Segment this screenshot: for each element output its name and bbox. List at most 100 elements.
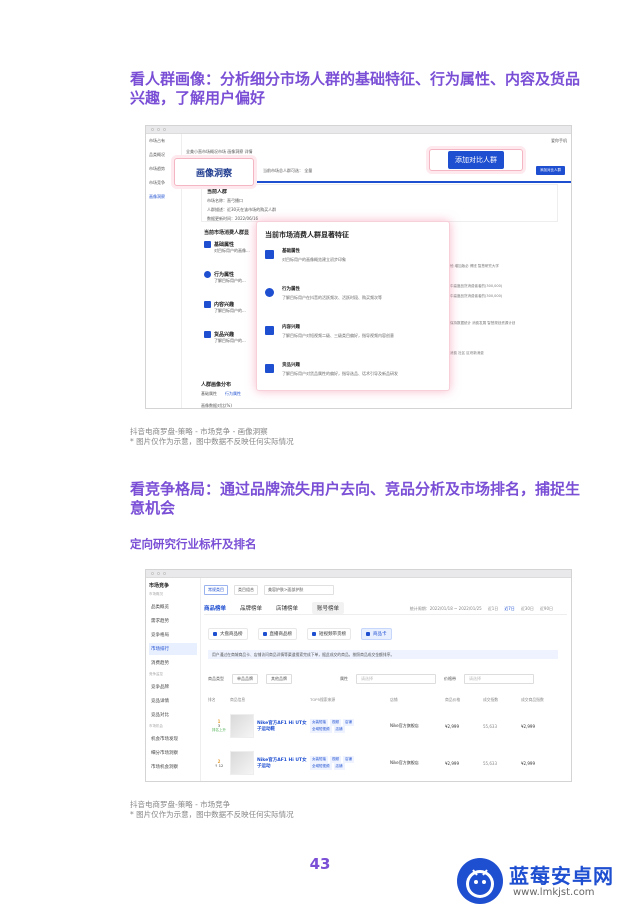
sidebar-item[interactable]: 市场占有 [149,138,178,144]
shop-cell[interactable]: Nike官方旗舰店 [390,760,445,766]
bag-icon [265,364,274,373]
tab-product-card[interactable]: 商品卡 [361,628,392,640]
tab-brand-rank[interactable]: 品牌榜单 [240,604,262,612]
sidebar-item[interactable]: 竞品详情 [149,695,197,707]
other-brand-select[interactable]: 其他品牌 [266,674,292,684]
sidebar-item[interactable]: 竞品对比 [149,709,197,721]
date-option[interactable]: 近90日 [540,606,553,612]
sidebar-item[interactable]: 品类概览 [149,601,197,613]
tab-account-rank[interactable]: 账号榜单 [312,601,345,614]
add-compare-button[interactable]: 添加对比人群 [448,151,504,169]
rank-cell: 1 3 排名上升 [208,719,230,733]
tab-live[interactable]: 直播商品榜 [257,628,297,640]
date-option[interactable]: 近1日 [488,606,499,612]
tab-regular-category[interactable]: 常规类目 [204,585,228,595]
tab-video[interactable]: 短视频带货榜 [307,628,351,640]
list-item[interactable]: 基础属性 对目标用户的画像... [204,241,254,271]
product-cell[interactable]: Nike官方AF1 Hi UT女子运动鞋 [230,714,310,738]
persona-callout[interactable]: 画像洞察 [174,158,254,186]
col-price: 商品价格 [445,697,461,702]
product-title[interactable]: Nike官方AF1 Hi UT女子运动 [257,757,307,769]
ranking-screenshot: 市场竞争 市场概况 品类概览 需求趋势 竞争格局 市场排行 消费趋势 竞争监控 … [145,569,572,782]
filter-label: 属性 [340,676,348,681]
caption-1: 抖音电商罗盘-策略 - 市场竞争 - 画像洞察 * 图片仅作为示意，图中数据不反… [130,427,294,447]
popup-title: 当前市场消费人群显著特征 [265,231,349,239]
list-item[interactable]: 内容兴趣 了解目标用户的... [204,301,254,331]
list-item[interactable]: 货品兴趣 了解目标用户的... [204,331,254,361]
table-row[interactable]: 1 3 排名上升 Nike官方AF1 Hi UT女子运动鞋 女装短袖 视频 店铺 全域… [208,711,558,741]
sidebar-item[interactable]: 竞争品牌 [149,681,197,693]
item-desc: 了解目标用户的... [214,278,246,283]
left-section-title: 当前市场消费人群显 [204,230,250,236]
popup-item[interactable]: 内容兴趣 了解目标用户对短视频二级、三级类目偏好，指导视频内容创意 [265,324,441,362]
sidebar-item[interactable]: 需求趋势 [149,615,197,627]
caption-2: 抖音电商罗盘-策略 - 市场竞争 * 图片仅作为示意，图中数据不反映任何实际情况 [130,800,294,820]
sidebar-item[interactable]: 市场机会洞察 [149,761,197,773]
activity-icon [265,288,274,297]
tab-behavior[interactable]: 行为属性 [225,391,241,397]
tag: 店铺 [343,719,354,726]
sidebar-item[interactable]: 品类概况 [149,152,178,158]
add-compare-small-button[interactable]: 添加对比人群 [536,166,565,175]
popup-item[interactable]: 行为属性 了解目标用户在抖音的活跃频次、活跃时段、购买频次等 [265,286,441,324]
item-name: 基础属性 [214,242,235,248]
distribution-title: 人群画像分布 [201,382,232,388]
index-cell: 55,633 [483,760,497,766]
list-item[interactable]: 行为属性 了解目标用户的... [204,271,254,301]
tab-product-rank[interactable]: 商品榜单 [204,604,226,612]
tab-overall[interactable]: 大盘商品榜 [208,628,248,640]
sidebar-section: 竞争监控 [149,672,163,676]
tab-shop-rank[interactable]: 店铺榜单 [276,604,298,612]
popup-item[interactable]: 货品兴趣了解目标用户对货品属性的偏好，指导选品、话术引导及新品研发 [265,362,441,400]
channel-tabs: 大盘商品榜 直播商品榜 短视频带货榜 商品卡 [208,628,392,640]
video-icon [312,632,316,636]
shop-cell[interactable]: Nike官方旗舰店 [390,723,445,729]
sidebar-item[interactable]: 机会市场发现 [149,733,197,745]
category-select[interactable]: 美容护肤>面部护肤 [264,585,334,595]
tab-category-combo[interactable]: 类目组合 [234,585,258,595]
category-tabs: 常规类目 类目组合 美容护肤>面部护肤 [204,585,334,595]
price-cell: ¥2,999 [445,723,459,729]
sidebar-item[interactable]: 细分市场洞察 [149,747,197,759]
col-amount: 成交商品指数 [521,697,544,702]
tab-basic[interactable]: 基础属性 [201,391,217,397]
watermark-logo: 蓝莓安卓网 www.lmkjst.com [457,858,637,904]
sidebar-item-active[interactable]: 市场排行 [149,643,197,655]
date-option-active[interactable]: 近7日 [504,606,515,612]
price-select[interactable]: 请选择 [464,674,534,684]
sidebar-item[interactable]: 竞争格局 [149,629,197,641]
chart-icon [213,632,217,636]
tags-cell: 女装短袖 视频 店铺 全域短视频 店铺 [310,756,390,770]
tag: 店铺 [343,756,354,763]
popup-item-name: 内容兴趣 [282,325,300,330]
sidebar-section: 市场机会 [149,724,163,728]
logo-icon [457,858,503,904]
popup-item-name: 货品兴趣 [282,363,300,368]
sidebar-section: 市场概况 [149,592,163,596]
date-label: 统计周期：2022/01/18 ~ 2022/01/25 [409,606,482,611]
account-name[interactable]: 爱你手机 [551,138,567,144]
info-title: 当前人群 [207,189,228,195]
attr-select[interactable]: 请选择 [356,674,436,684]
sidebar-item[interactable]: 消费趋势 [149,657,197,669]
right-text: 他 增加版必 博班 智慧研究大学 [450,264,499,268]
table-row[interactable]: 2 ↑ 12 Nike官方AF1 Hi UT女子运动 女装短袖 视频 店铺 全域短视频… [208,748,558,778]
type-select[interactable]: 单品品牌 [232,674,258,684]
caption-source: 抖音电商罗盘-策略 - 市场竞争 - 画像洞察 [130,427,268,436]
crowd-select[interactable]: 当前市场总人群可选： 全量 [263,168,312,174]
rank-note: 排名上升 [212,728,226,732]
popup-item-name: 基础属性 [282,249,300,254]
popup-item[interactable]: 基础属性 对目标用户的画像概览建立初步印象 [265,248,441,286]
sidebar-item-active[interactable]: 画像洞察 [149,194,178,200]
sidebar: 市场竞争 市场概况 品类概览 需求趋势 竞争格局 市场排行 消费趋势 竞争监控 … [146,578,201,781]
col-rank: 排名 [208,697,216,702]
product-title[interactable]: Nike官方AF1 Hi UT女子运动鞋 [257,720,307,732]
popup-item-desc: 了解目标用户对货品属性的偏好，指导选品、话术引导及新品研发 [282,371,398,376]
tag: 全域短视频 [310,726,332,733]
date-option[interactable]: 近30日 [521,606,534,612]
filter-label: 价格带 [444,676,456,681]
product-cell[interactable]: Nike官方AF1 Hi UT女子运动 [230,751,310,775]
activity-icon [204,271,211,278]
rank-cell: 2 ↑ 12 [208,759,230,768]
add-compare-button-callout[interactable]: 添加对比人群 [429,149,523,171]
